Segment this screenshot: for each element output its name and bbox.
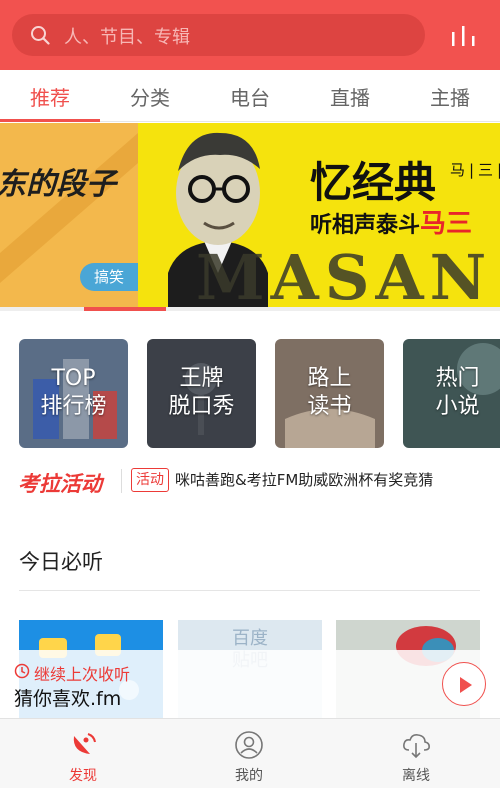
activity-tag: 活动 — [131, 468, 169, 492]
category-tile-talk-show[interactable]: 王牌 脱口秀 — [147, 339, 256, 448]
search-icon — [31, 26, 50, 45]
tile-label-line1: TOP — [51, 366, 96, 391]
category-tabs: 推荐 分类 电台 直播 主播 — [0, 70, 500, 122]
tab-categories[interactable]: 分类 — [100, 82, 200, 111]
banner-background-text: MASAN — [196, 241, 493, 310]
tile-label-line2: 小说 — [435, 394, 480, 419]
banner-slide-current[interactable]: 忆经典 马|三| 听相声泰斗马三 MASAN — [138, 123, 500, 310]
play-icon — [460, 677, 472, 693]
search-placeholder: 人、节目、专辑 — [64, 27, 190, 48]
tile-label: 王牌 脱口秀 — [147, 365, 256, 421]
banner-slide-previous[interactable]: 东的段子 搞笑 — [0, 123, 138, 310]
resume-hint: 继续上次收听 — [34, 665, 131, 684]
banner-subtitle-name: 马三 — [420, 209, 473, 239]
tab-recommend[interactable]: 推荐 — [0, 82, 100, 111]
activity-banner[interactable]: 考拉活动 活动 咪咕善跑&考拉FM助威欧洲杯有奖竞猜 — [18, 465, 488, 497]
tab-live[interactable]: 直播 — [300, 82, 400, 111]
category-tile-reading[interactable]: 路上 读书 — [275, 339, 384, 448]
tile-label-line2: 排行榜 — [40, 394, 107, 419]
top-bar: 人、节目、专辑 — [0, 0, 500, 70]
banner-tag: 搞笑 — [80, 263, 138, 291]
tab-active-underline — [0, 119, 100, 122]
nav-label: 我的 — [235, 768, 263, 784]
nav-offline[interactable]: 离线 — [333, 719, 499, 788]
banner-subtitle-prefix: 听相声泰斗 — [310, 213, 421, 238]
bar-chart-icon[interactable] — [450, 24, 478, 48]
now-playing-bar[interactable]: 继续上次收听 猜你喜欢.fm — [0, 650, 500, 718]
tab-hosts[interactable]: 主播 — [400, 82, 500, 111]
divider — [121, 469, 122, 493]
activity-logo: 考拉活动 — [18, 472, 102, 496]
category-tile-top-rank[interactable]: TOP 排行榜 — [19, 339, 128, 448]
bottom-navigation: 发现 我的 离线 — [0, 718, 500, 788]
card-text-line1: 百度 — [232, 628, 268, 649]
search-bar[interactable]: 人、节目、专辑 — [12, 14, 425, 56]
tile-label-line1: 路上 — [307, 366, 352, 391]
banner-subtitle: 听相声泰斗马三 — [310, 203, 472, 240]
tile-label-line1: 王牌 — [179, 366, 224, 391]
category-tile-novels[interactable]: 热门 小说 — [403, 339, 500, 448]
tile-label-line2: 读书 — [307, 394, 352, 419]
banner-title: 忆经典 — [310, 158, 437, 207]
banner-carousel[interactable]: 东的段子 搞笑 忆经典 马|三| 听相声泰斗马三 MASAN — [0, 123, 500, 310]
banner-indicator-active — [84, 307, 166, 311]
section-title: 今日必听 — [19, 550, 103, 574]
banner-side-text: 马|三| — [450, 161, 500, 179]
nav-label: 发现 — [69, 768, 97, 784]
radar-icon — [73, 733, 96, 754]
tile-label: TOP 排行榜 — [19, 365, 128, 421]
play-button[interactable] — [442, 662, 486, 706]
tile-label: 热门 小说 — [403, 365, 500, 421]
activity-text: 咪咕善跑&考拉FM助威欧洲杯有奖竞猜 — [175, 471, 434, 489]
nav-discover[interactable]: 发现 — [0, 719, 166, 788]
tile-label-line1: 热门 — [435, 366, 480, 391]
now-playing-title: 猜你喜欢.fm — [14, 688, 122, 710]
tile-label-line2: 脱口秀 — [168, 394, 235, 419]
divider — [19, 590, 480, 591]
cloud-download-icon — [403, 734, 430, 759]
banner-left-title: 东的段子 — [0, 167, 116, 202]
banner-page-indicator — [0, 307, 500, 311]
nav-mine[interactable]: 我的 — [166, 719, 332, 788]
clock-icon — [14, 663, 30, 679]
nav-label: 离线 — [402, 768, 430, 784]
tile-label: 路上 读书 — [275, 365, 384, 421]
user-icon — [235, 731, 263, 759]
tab-radio[interactable]: 电台 — [200, 82, 300, 111]
